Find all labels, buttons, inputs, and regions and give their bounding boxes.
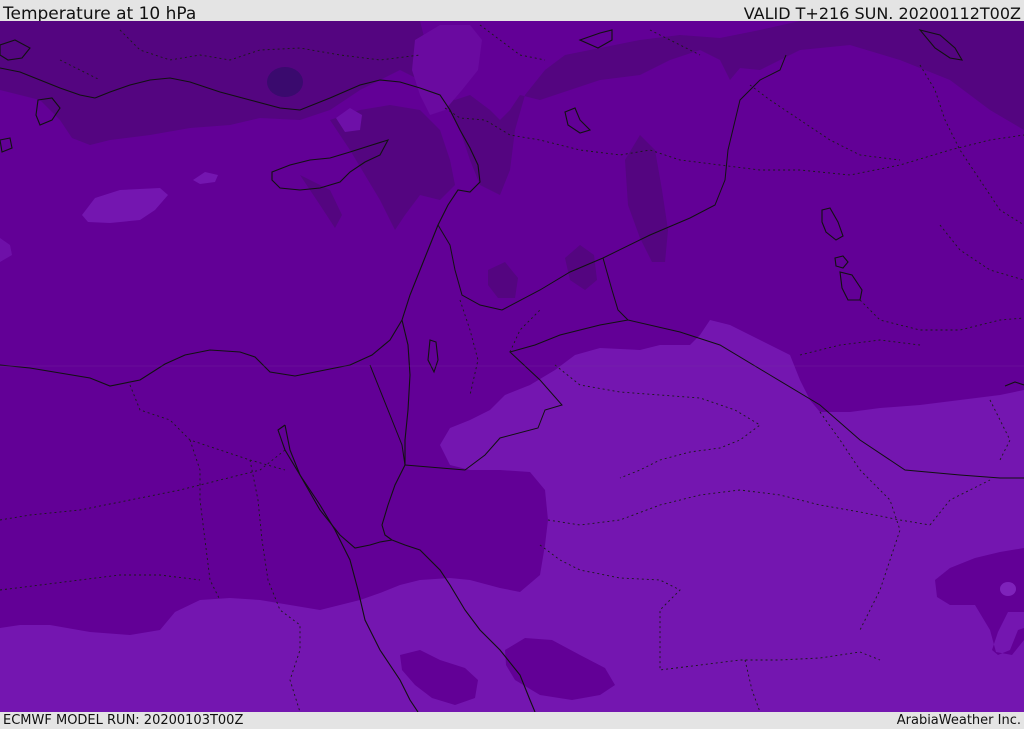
field-light-east-spot xyxy=(1000,582,1016,596)
field-darkest-spot xyxy=(267,67,303,97)
header-bar: Temperature at 10 hPa VALID T+216 SUN. 2… xyxy=(0,0,1024,24)
map-area[interactable] xyxy=(0,21,1024,712)
map-svg xyxy=(0,21,1024,712)
footer-bar: ECMWF MODEL RUN: 20200103T00Z ArabiaWeat… xyxy=(0,712,1024,729)
model-run: ECMWF MODEL RUN: 20200103T00Z xyxy=(3,713,244,728)
credit-text: ArabiaWeather Inc. xyxy=(896,713,1021,728)
